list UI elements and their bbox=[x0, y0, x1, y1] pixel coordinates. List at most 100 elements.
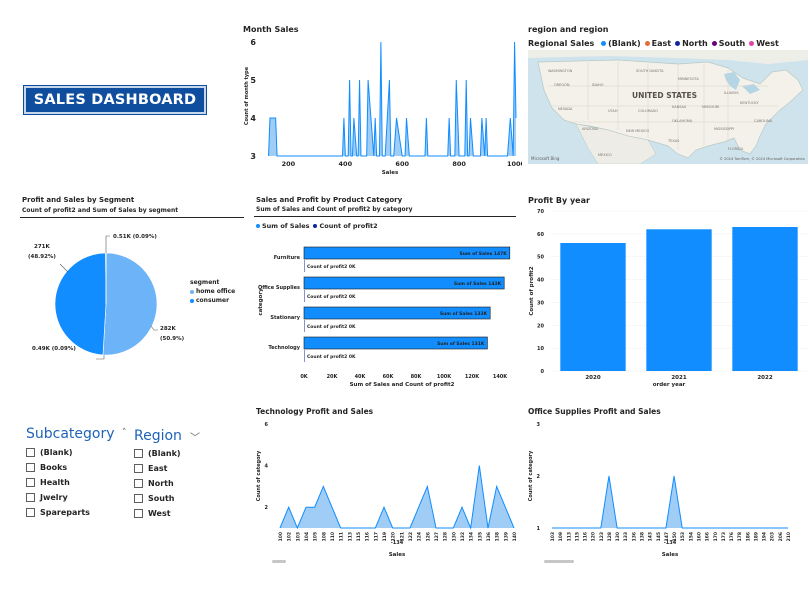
y-tick-label: 1 bbox=[537, 526, 541, 532]
y-axis-label: Count of profit2 bbox=[529, 266, 535, 315]
category-divider bbox=[254, 216, 516, 217]
svg-text:OREGON: OREGON bbox=[554, 83, 570, 87]
subcategory-item[interactable]: Jwelry bbox=[26, 490, 115, 505]
profit-bar[interactable] bbox=[304, 320, 305, 332]
svg-text:MISSOURI: MISSOURI bbox=[702, 105, 719, 109]
category-bar-title: Sales and Profit by Product Category bbox=[256, 196, 403, 204]
x-tick-label: 115 bbox=[356, 532, 362, 541]
region-item[interactable]: East bbox=[134, 461, 200, 476]
pie-data-label: 271K bbox=[34, 244, 50, 250]
x-tick-label: 108 bbox=[321, 532, 327, 541]
checkbox[interactable] bbox=[134, 464, 143, 473]
x-tick-label: 117 bbox=[373, 532, 379, 541]
y-axis-label: category bbox=[258, 288, 264, 316]
segment-legend-item[interactable]: home office bbox=[190, 288, 235, 295]
x-axis-label: Sum of Sales and Count of profit2 bbox=[350, 382, 455, 388]
dashboard-title: SALES DASHBOARD bbox=[23, 85, 207, 115]
y-tick-label: 30 bbox=[537, 300, 544, 306]
legend-dot-icon bbox=[675, 41, 681, 46]
x-tick-label: 140K bbox=[493, 374, 508, 380]
profit-bar[interactable] bbox=[304, 260, 305, 272]
x-tick-label: 128 bbox=[607, 532, 613, 541]
bing-logo: Microsoft Bing bbox=[531, 156, 560, 161]
x-tick-label: 122 bbox=[408, 532, 414, 541]
checkbox[interactable] bbox=[134, 479, 143, 488]
region-map[interactable]: UNITED STATES WASHINGTON SOUTH DAKOTA ORE… bbox=[528, 50, 808, 164]
region-item[interactable]: (Blank) bbox=[134, 446, 200, 461]
x-tick-label: 143 bbox=[648, 532, 654, 541]
region-legend-item[interactable]: North bbox=[675, 39, 708, 48]
tech-scrollbar[interactable] bbox=[272, 560, 286, 563]
month-sales-area bbox=[268, 42, 516, 156]
x-tick-label: 140 bbox=[512, 532, 518, 541]
checkbox[interactable] bbox=[134, 494, 143, 503]
region-legend-item[interactable]: East bbox=[644, 39, 671, 48]
svg-text:ARIZONA: ARIZONA bbox=[582, 127, 599, 131]
category-bar-chart[interactable]: Furniture Sum of Sales 147K Count of profi… bbox=[254, 232, 518, 390]
y-tick-label: 10 bbox=[537, 346, 544, 352]
pie-slice[interactable] bbox=[54, 252, 107, 356]
svg-text:OKLAHOMA: OKLAHOMA bbox=[672, 119, 693, 123]
x-tick-label: 160 bbox=[696, 532, 702, 541]
x-tick-label: 60K bbox=[383, 374, 395, 380]
subcategory-slicer: Subcategory (Blank) Books Health Jwelry Spar… bbox=[26, 426, 115, 520]
year-bar[interactable] bbox=[560, 243, 626, 371]
checkbox[interactable] bbox=[26, 493, 35, 502]
month-sales-chart[interactable]: 3 4 5 6 200 400 600 800 1000 Sales Count of month … bbox=[240, 34, 522, 180]
region-item[interactable]: West bbox=[134, 506, 200, 521]
checkbox[interactable] bbox=[26, 508, 35, 517]
x-tick-label: 203 bbox=[770, 532, 776, 541]
x-tick-label: 130 bbox=[615, 532, 621, 541]
y-tick-label: 50 bbox=[537, 255, 544, 261]
x-tick-label: 154 bbox=[688, 532, 694, 541]
category-legend-item[interactable]: Count of profit2 bbox=[313, 222, 378, 230]
region-legend-item[interactable]: West bbox=[749, 39, 779, 48]
tech-area-chart[interactable]: 246100 102 103 104 105 108 110 111 113 115 116 117 1… bbox=[254, 416, 522, 568]
x-tick-label: 127 bbox=[434, 532, 440, 541]
region-legend-label: (Blank) bbox=[608, 39, 641, 48]
category-tick-label: Furniture bbox=[274, 255, 301, 261]
subcategory-item[interactable]: (Blank) bbox=[26, 445, 115, 460]
subcategory-item[interactable]: Spareparts bbox=[26, 505, 115, 520]
region-slicer-title: Region bbox=[134, 428, 182, 444]
bar-data-label: Count of profit2 0K bbox=[307, 264, 356, 270]
region-item[interactable]: South bbox=[134, 491, 200, 506]
office-scrollbar[interactable] bbox=[544, 560, 574, 563]
office-area-chart[interactable]: 123103 109 113 115 116 120 123 128 130 133 136 138 1… bbox=[526, 416, 796, 568]
x-tick-label: 120K bbox=[465, 374, 480, 380]
profit-year-chart[interactable]: 0 10 20 30 40 50 60 70 2020 2021 2022 order year Cou… bbox=[524, 203, 810, 393]
x-tick-label: 80K bbox=[411, 374, 423, 380]
checkbox[interactable] bbox=[26, 463, 35, 472]
pie-slice[interactable] bbox=[102, 252, 158, 356]
year-bar[interactable] bbox=[732, 227, 798, 371]
checkbox[interactable] bbox=[26, 448, 35, 457]
y-tick-label: 60 bbox=[537, 232, 544, 238]
y-tick-label: 40 bbox=[537, 278, 544, 284]
segment-legend-item[interactable]: consumer bbox=[190, 297, 235, 304]
leader-line bbox=[59, 263, 69, 273]
checkbox[interactable] bbox=[26, 478, 35, 487]
x-tick-label: 189 bbox=[753, 532, 759, 541]
subcategory-collapse-icon[interactable]: ˄ bbox=[122, 428, 127, 438]
profit-bar[interactable] bbox=[304, 290, 305, 302]
subcategory-item[interactable]: Books bbox=[26, 460, 115, 475]
checkbox[interactable] bbox=[134, 449, 143, 458]
category-legend-item[interactable]: Sum of Sales bbox=[256, 222, 309, 230]
profit-bar[interactable] bbox=[304, 350, 305, 362]
year-bar[interactable] bbox=[646, 229, 712, 371]
region-legend-item[interactable]: South bbox=[711, 39, 745, 48]
region-legend-item[interactable]: (Blank) bbox=[601, 39, 641, 48]
subcategory-item[interactable]: Health bbox=[26, 475, 115, 490]
region-item[interactable]: North bbox=[134, 476, 200, 491]
x-tick-label: -134 bbox=[664, 540, 677, 546]
category-tick-label: Stationary bbox=[270, 315, 300, 321]
chevron-down-icon[interactable]: ﹀ bbox=[190, 429, 200, 444]
category-legend: Sum of Sales Count of profit2 bbox=[256, 222, 382, 230]
svg-text:KANSAS: KANSAS bbox=[672, 105, 687, 109]
subcategory-item-label: Health bbox=[40, 478, 70, 487]
x-tick-label: 2021 bbox=[671, 375, 686, 381]
pie-data-label: 282K bbox=[160, 326, 176, 332]
x-tick-label: 153 bbox=[680, 532, 686, 541]
checkbox[interactable] bbox=[134, 509, 143, 518]
bar-data-label: Count of profit2 0K bbox=[307, 324, 356, 330]
